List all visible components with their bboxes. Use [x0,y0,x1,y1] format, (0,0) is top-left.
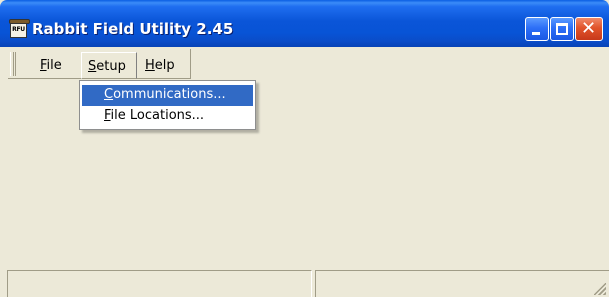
resize-grip-icon[interactable] [594,283,606,295]
menu-help-label: elp [154,58,175,73]
status-bar [0,268,609,297]
close-button[interactable]: ✕ [575,17,603,41]
menu-bar: File Setup Help [0,47,609,81]
menu-setup[interactable]: Setup [81,52,137,79]
file-locations-label: ile Locations... [110,108,205,123]
menu-bar-grip-line [15,52,17,76]
menu-bar-grip[interactable] [10,52,14,76]
close-icon: ✕ [581,18,597,39]
communications-label: ommunications... [113,87,226,102]
minimize-button[interactable] [525,17,549,41]
setup-dropdown-menu: Communications... File Locations... [79,80,256,130]
menu-setup-label: etup [96,59,126,74]
title-bar[interactable]: RFU Rabbit Field Utility 2.45 ✕ [0,0,609,47]
maximize-icon [556,23,568,35]
menu-file-label: ile [46,58,62,73]
communications-mnemonic: C [104,87,114,102]
menu-help-mnemonic: H [145,58,155,73]
menu-file[interactable]: File [34,54,68,78]
status-pane-left [7,270,312,297]
maximize-button[interactable] [550,17,574,41]
app-icon[interactable]: RFU [9,19,30,38]
menu-item-file-locations[interactable]: File Locations... [82,106,253,127]
app-window: RFU Rabbit Field Utility 2.45 ✕ File Set… [0,0,609,297]
status-pane-right [315,270,609,297]
window-title: Rabbit Field Utility 2.45 [32,20,234,38]
minimize-icon [532,32,540,35]
menu-help[interactable]: Help [139,54,181,78]
menu-item-communications[interactable]: Communications... [82,85,253,106]
